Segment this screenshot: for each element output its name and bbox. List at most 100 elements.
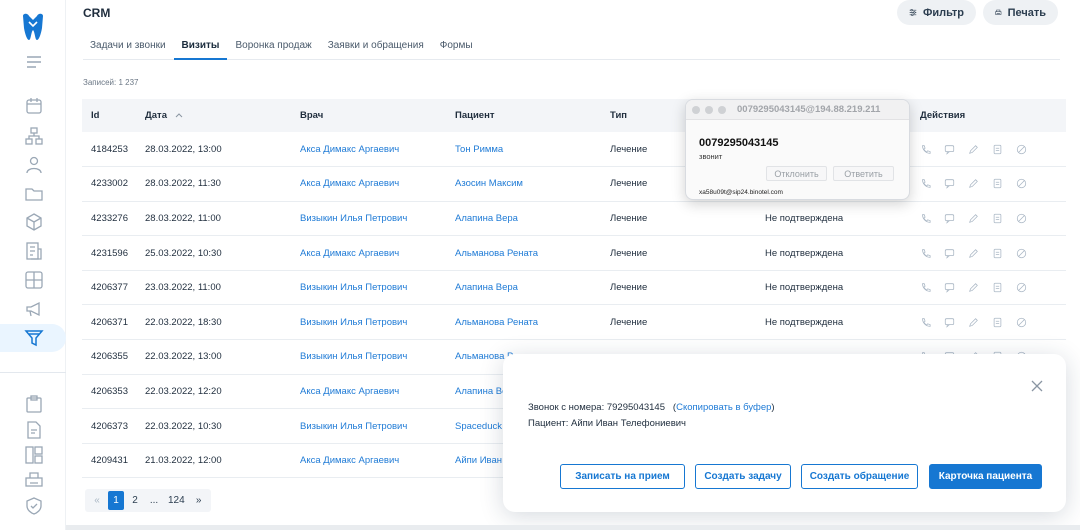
box-icon[interactable] <box>24 212 44 232</box>
cell-patient[interactable]: Азосин Максим <box>446 166 601 202</box>
pencil-icon[interactable] <box>968 282 979 293</box>
sms-icon[interactable] <box>944 248 955 259</box>
funnel-icon[interactable] <box>24 328 44 348</box>
create-request-button[interactable]: Создать обращение <box>801 464 918 489</box>
cell-doctor[interactable]: Акса Димакс Аргаевич <box>291 166 446 202</box>
calendar-icon[interactable] <box>24 96 44 116</box>
call-state: звонит <box>699 152 723 161</box>
pagination-prev[interactable]: « <box>89 491 105 510</box>
pencil-icon[interactable] <box>968 213 979 224</box>
sms-icon[interactable] <box>944 178 955 190</box>
grid-icon[interactable] <box>24 270 44 290</box>
phone-icon[interactable] <box>920 248 931 259</box>
pagination-page-last[interactable]: 124 <box>165 491 188 510</box>
copy-to-clipboard-link[interactable]: Скопировать в буфер <box>676 402 771 413</box>
doctor-icon[interactable] <box>24 155 44 175</box>
col-id-header[interactable]: Id <box>82 99 136 132</box>
filter-button[interactable]: Фильтр <box>897 0 976 25</box>
cell-doctor[interactable]: Акса Димакс Аргаевич <box>291 374 446 410</box>
col-date-header[interactable]: Дата <box>136 99 291 132</box>
sms-icon[interactable] <box>944 144 955 155</box>
cancel-icon[interactable] <box>1016 317 1027 328</box>
sip-account: xa58u09t@sip24.binotel.com <box>699 189 783 196</box>
table-row[interactable]: 4206371 22.03.2022, 18:30 Визыкин Илья Пет… <box>82 304 1066 341</box>
cell-doctor[interactable]: Акса Димакс Аргаевич <box>291 235 446 271</box>
shield-icon[interactable] <box>24 496 44 516</box>
tab-sales-funnel[interactable]: Воронка продаж <box>227 32 319 60</box>
cell-doctor[interactable]: Акса Димакс Аргаевич <box>291 132 446 168</box>
phone-icon[interactable] <box>920 282 931 293</box>
decline-button[interactable]: Отклонить <box>766 166 827 181</box>
pencil-icon[interactable] <box>968 248 979 259</box>
tab-requests[interactable]: Заявки и обращения <box>320 32 432 60</box>
sms-icon[interactable] <box>944 213 955 224</box>
col-patient-header[interactable]: Пациент <box>446 99 601 132</box>
note-icon[interactable] <box>992 282 1003 293</box>
reports-icon[interactable] <box>24 241 44 261</box>
phone-icon[interactable] <box>920 317 931 328</box>
patient-card-button[interactable]: Карточка пациента <box>929 464 1042 489</box>
phone-icon[interactable] <box>920 178 931 189</box>
pencil-icon[interactable] <box>968 317 979 328</box>
cell-doctor[interactable]: Визыкин Илья Петрович <box>291 201 446 237</box>
book-appointment-button[interactable]: Записать на прием <box>560 464 685 489</box>
window-zoom-dot[interactable] <box>718 105 726 114</box>
table-row[interactable]: 4184253 28.03.2022, 13:00 Акса Димакс Арга… <box>82 132 1066 168</box>
cell-patient[interactable]: Тон Римма <box>446 132 601 168</box>
table-row[interactable]: 4233002 28.03.2022, 11:30 Акса Димакс Арга… <box>82 166 1066 202</box>
cell-doctor[interactable]: Визыкин Илья Петрович <box>291 304 446 341</box>
tab-tasks-calls[interactable]: Задачи и звонки <box>83 32 174 60</box>
create-task-button[interactable]: Создать задачу <box>695 464 791 489</box>
printer-sidebar-icon[interactable] <box>24 470 44 490</box>
cell-patient[interactable]: Альманова Рената <box>446 304 601 341</box>
cancel-icon[interactable] <box>1016 248 1027 259</box>
cell-patient[interactable]: Алапина Вера <box>446 201 601 237</box>
pagination-page-2[interactable]: 2 <box>127 491 143 510</box>
cell-doctor[interactable]: Визыкин Илья Петрович <box>291 408 446 444</box>
layout-icon[interactable] <box>24 445 44 465</box>
pagination-page-1[interactable]: 1 <box>108 491 124 510</box>
answer-button[interactable]: Ответить <box>833 166 894 181</box>
note-icon[interactable] <box>992 213 1003 224</box>
cell-patient[interactable]: Алапина Вера <box>446 270 601 306</box>
pencil-icon[interactable] <box>968 144 979 155</box>
filter-button-label: Фильтр <box>922 6 964 19</box>
table-row[interactable]: 4231596 25.03.2022, 10:30 Акса Димакс Арга… <box>82 235 1066 271</box>
sms-icon[interactable] <box>944 317 955 328</box>
phone-icon[interactable] <box>920 144 931 155</box>
cell-status: Не подтверждена <box>756 201 911 237</box>
folder-icon[interactable] <box>24 184 44 204</box>
table-row[interactable]: 4206377 23.03.2022, 11:00 Визыкин Илья Пет… <box>82 270 1066 306</box>
cancel-icon[interactable] <box>1016 178 1027 189</box>
phone-icon[interactable] <box>920 213 931 224</box>
cancel-icon[interactable] <box>1016 144 1027 155</box>
logo-icon <box>23 13 43 40</box>
pencil-icon[interactable] <box>968 178 979 189</box>
cancel-icon[interactable] <box>1016 213 1027 224</box>
print-button[interactable]: Печать <box>983 0 1058 25</box>
table-row[interactable]: 4233276 28.03.2022, 11:00 Визыкин Илья Пет… <box>82 201 1066 237</box>
cell-status: Не подтверждена <box>756 304 911 341</box>
close-icon[interactable] <box>1030 379 1044 393</box>
sms-icon[interactable] <box>944 282 955 293</box>
window-close-dot[interactable] <box>692 105 700 114</box>
cell-patient[interactable]: Альманова Рената <box>446 235 601 271</box>
note-icon[interactable] <box>992 178 1003 189</box>
megaphone-icon[interactable] <box>24 299 44 319</box>
cell-doctor[interactable]: Акса Димакс Аргаевич <box>291 443 446 479</box>
menu-icon[interactable] <box>24 52 44 72</box>
cell-doctor[interactable]: Визыкин Илья Петрович <box>291 339 446 375</box>
note-icon[interactable] <box>992 144 1003 155</box>
note-icon[interactable] <box>992 248 1003 259</box>
note-icon[interactable] <box>992 317 1003 328</box>
col-doctor-header[interactable]: Врач <box>291 99 446 132</box>
cell-doctor[interactable]: Визыкин Илья Петрович <box>291 270 446 306</box>
org-structure-icon[interactable] <box>24 126 44 146</box>
tab-forms[interactable]: Формы <box>432 32 481 60</box>
document-edit-icon[interactable] <box>24 420 44 440</box>
cancel-icon[interactable] <box>1016 282 1027 293</box>
tab-visits[interactable]: Визиты <box>173 32 228 60</box>
window-minimize-dot[interactable] <box>705 105 713 114</box>
clipboard-icon[interactable] <box>24 394 44 414</box>
pagination-next[interactable]: » <box>191 491 207 510</box>
